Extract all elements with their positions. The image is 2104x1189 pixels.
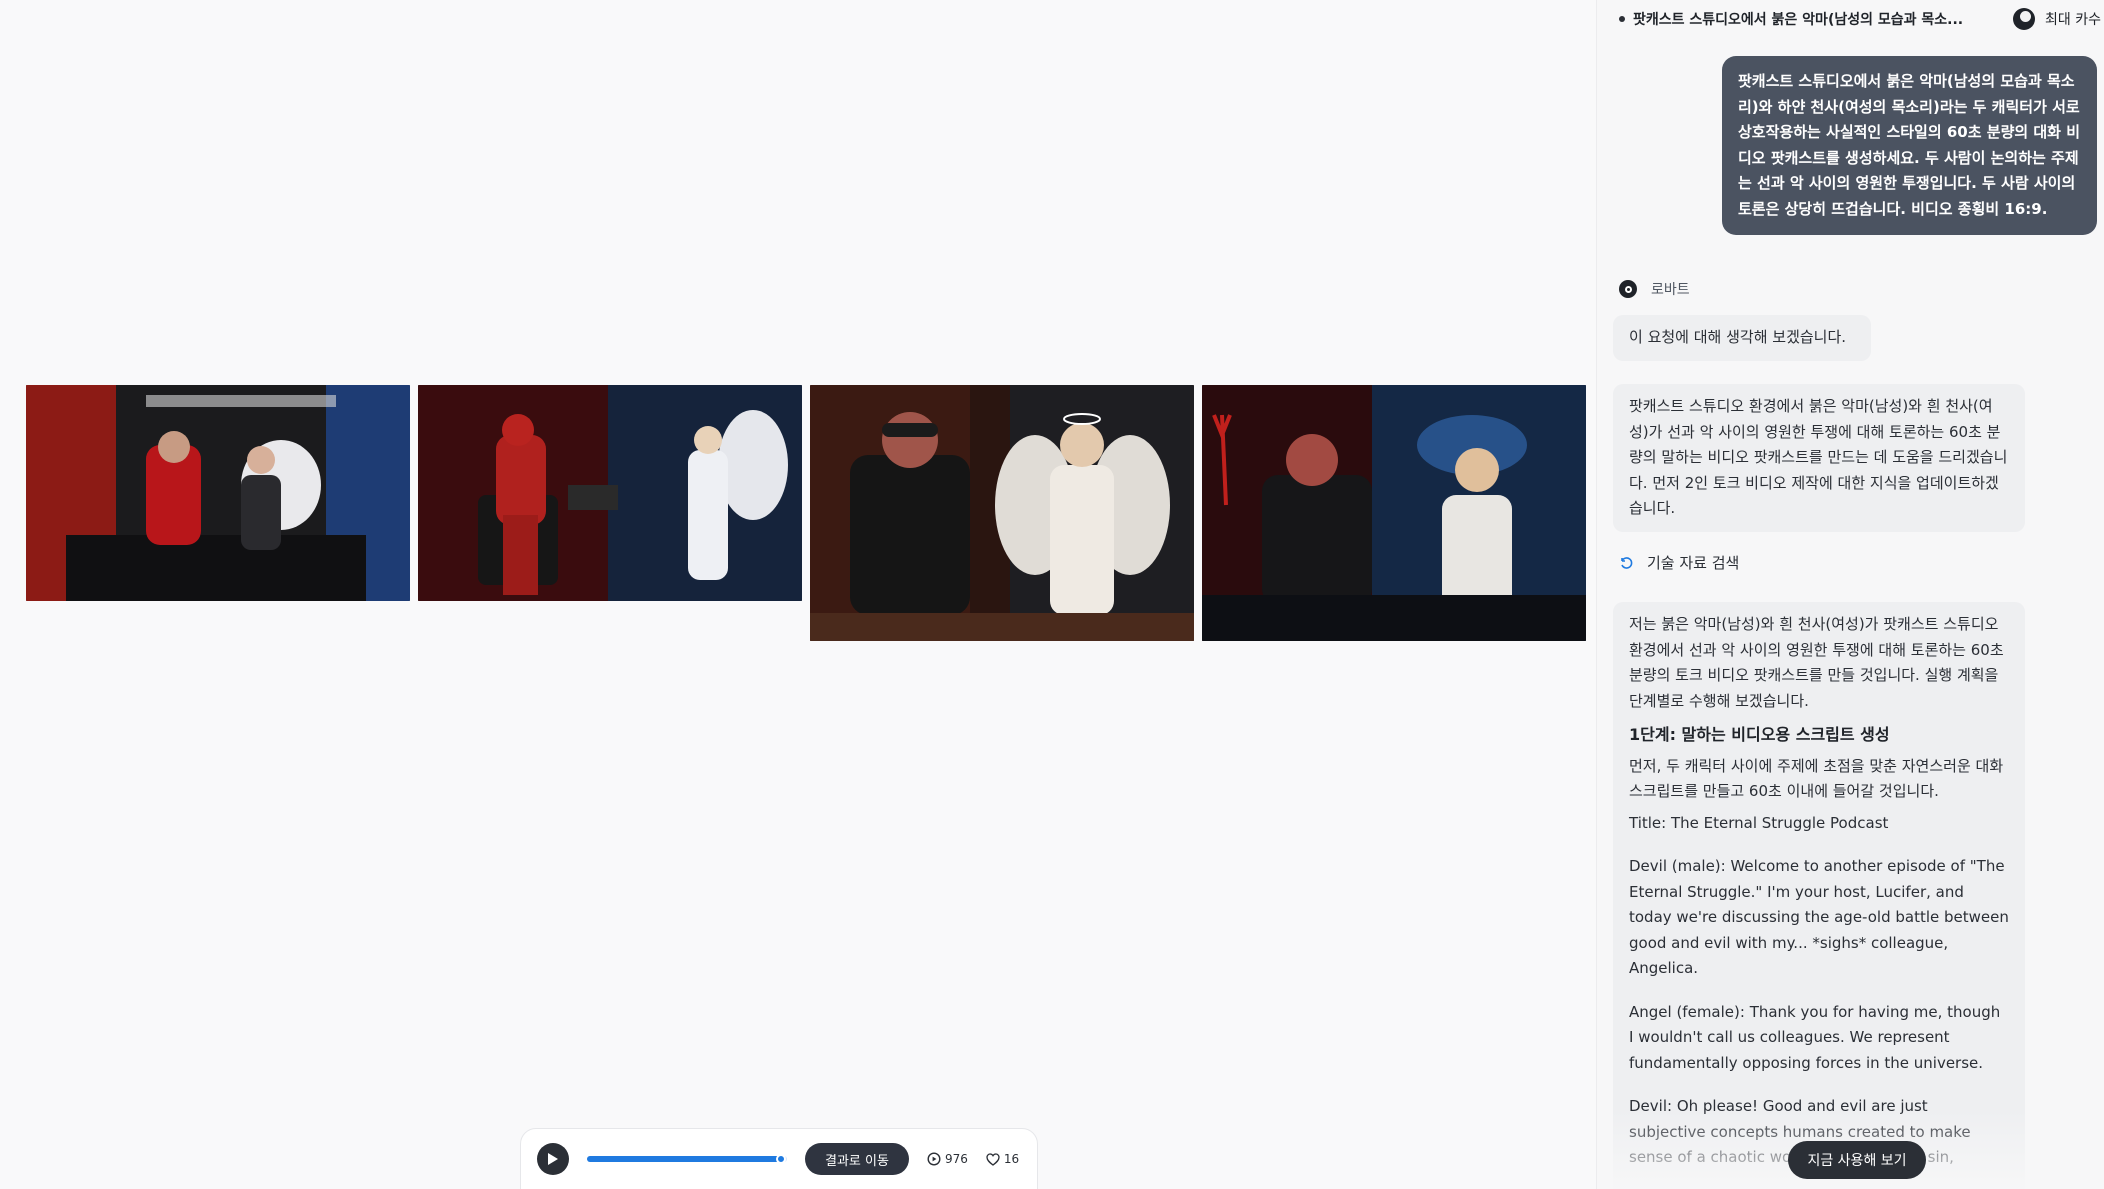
bot-avatar-icon <box>1619 280 1637 298</box>
try-now-button[interactable]: 지금 사용해 보기 <box>1788 1141 1926 1179</box>
play-circle-icon <box>927 1152 941 1166</box>
search-step-label: 기술 자료 검색 <box>1647 554 1740 572</box>
bot-message-thinking: 이 요청에 대해 생각해 보겠습니다. <box>1613 315 1871 361</box>
progress-handle[interactable] <box>776 1154 786 1164</box>
podcast-scene-image-1[interactable] <box>26 385 410 601</box>
refresh-icon <box>1621 556 1633 569</box>
step-1-text: 먼저, 두 캐릭터 사이에 주제에 초점을 맞춘 자연스러운 대화 스크립트를 … <box>1629 756 2004 801</box>
script-line-angel-1: Angel (female): Thank you for having me,… <box>1629 1002 2001 1072</box>
bot-message-plan: 저는 붉은 악마(남성)와 흰 천사(여성)가 팟캐스트 스튜디오 환경에서 선… <box>1613 602 2025 1189</box>
likes-stat[interactable]: 16 <box>986 1152 1019 1166</box>
podcast-scene-image-3[interactable] <box>810 385 1194 641</box>
play-button[interactable] <box>537 1143 569 1175</box>
user-menu[interactable]: 최대 카수 <box>2013 8 2101 30</box>
app-root: 결과로 이동 976 16 팟캐스트 스튜디오에서 붉은 악마(남성의 모습과 … <box>0 0 2104 1189</box>
panel-header: 팟캐스트 스튜디오에서 붉은 악마(남성의 모습과 목소... 최대 카수 <box>1597 0 2104 38</box>
play-icon <box>548 1153 558 1165</box>
bot-name: 로바트 <box>1651 282 1690 298</box>
playback-bar: 결과로 이동 976 16 <box>520 1128 1038 1189</box>
bot-label: 로바트 <box>1619 279 1690 299</box>
likes-count: 16 <box>1003 1152 1020 1166</box>
views-stat: 976 <box>927 1152 968 1166</box>
progress-fill <box>587 1156 781 1162</box>
conversation-title[interactable]: 팟캐스트 스튜디오에서 붉은 악마(남성의 모습과 목소... <box>1633 9 1963 29</box>
user-message: 팟캐스트 스튜디오에서 붉은 악마(남성의 모습과 목소리)와 하얀 천사(여성… <box>1722 56 2097 235</box>
chat-panel: 팟캐스트 스튜디오에서 붉은 악마(남성의 모습과 목소... 최대 카수 팟캐… <box>1596 0 2104 1189</box>
podcast-scene-image-2[interactable] <box>418 385 802 601</box>
podcast-scene-image-4[interactable] <box>1202 385 1586 641</box>
heart-icon[interactable] <box>986 1152 1000 1166</box>
status-dot-icon <box>1619 16 1625 22</box>
views-count: 976 <box>944 1152 968 1166</box>
script-title: Title: The Eternal Struggle Podcast <box>1629 813 1889 832</box>
plan-text: 저는 붉은 악마(남성)와 흰 천사(여성)가 팟캐스트 스튜디오 환경에서 선… <box>1629 615 2004 710</box>
bot-message-intro: 팟캐스트 스튜디오 환경에서 붉은 악마(남성)와 흰 천사(여성)가 선과 악… <box>1613 384 2025 532</box>
user-name[interactable]: 최대 카수 <box>2045 9 2101 29</box>
script-line-devil-1: Devil (male): Welcome to another episode… <box>1629 857 2009 977</box>
gallery-stage: 결과로 이동 976 16 <box>0 0 1596 1189</box>
knowledge-search-step[interactable]: 기술 자료 검색 <box>1619 552 1739 573</box>
progress-bar[interactable] <box>587 1154 787 1164</box>
go-to-result-button[interactable]: 결과로 이동 <box>805 1143 909 1175</box>
step-1-title: 1단계: 말하는 비디오용 스크립트 생성 <box>1629 725 1890 744</box>
avatar[interactable] <box>2013 8 2036 30</box>
